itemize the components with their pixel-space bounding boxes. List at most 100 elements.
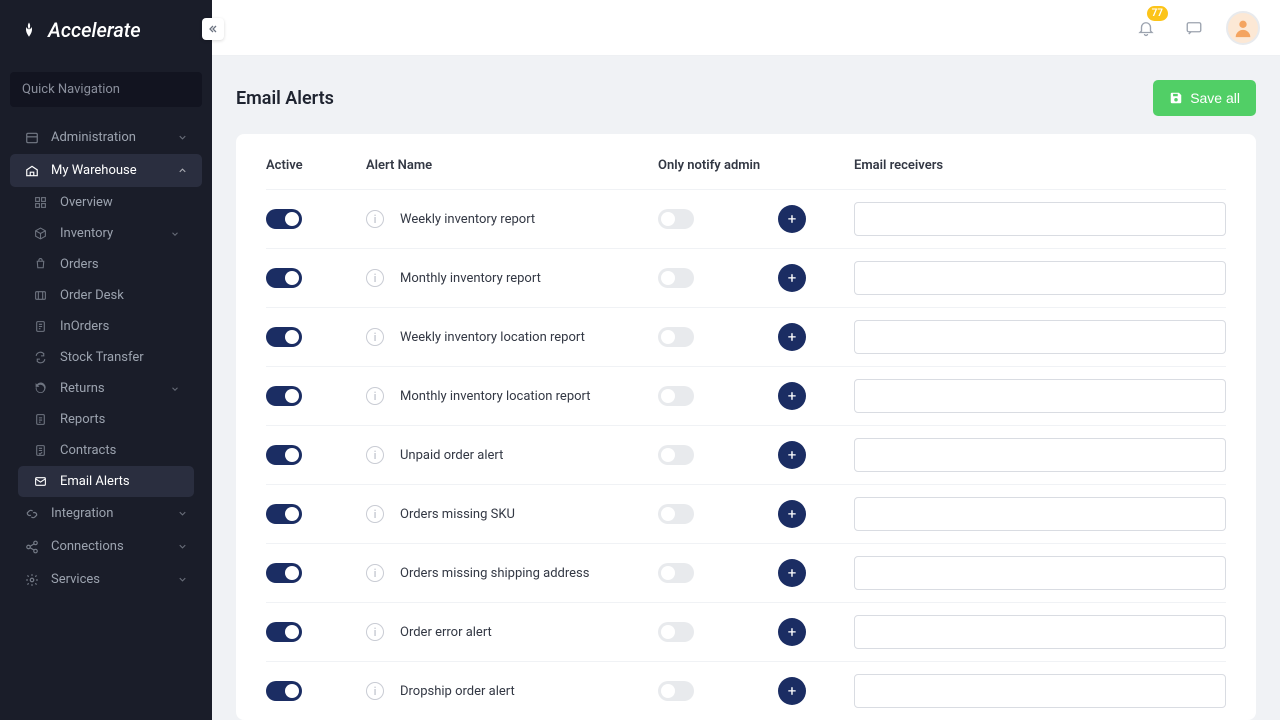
add-receiver-button[interactable]: +: [778, 500, 806, 528]
info-icon[interactable]: i: [366, 505, 384, 523]
integration-icon: [24, 506, 39, 521]
info-icon[interactable]: i: [366, 623, 384, 641]
email-receivers-input[interactable]: [854, 674, 1226, 708]
brand-name: Accelerate: [48, 18, 141, 42]
sidebar-item-inventory[interactable]: Inventory: [18, 218, 194, 249]
sidebar-item-orders[interactable]: Orders: [18, 249, 194, 280]
contracts-icon: [34, 444, 48, 458]
chevron-up-icon: [177, 165, 188, 176]
active-toggle[interactable]: [266, 209, 302, 229]
inorders-icon: [34, 320, 48, 334]
info-icon[interactable]: i: [366, 210, 384, 228]
sidebar-item-email-alerts[interactable]: Email Alerts: [18, 466, 194, 497]
active-toggle[interactable]: [266, 327, 302, 347]
active-toggle[interactable]: [266, 268, 302, 288]
sidebar-collapse-button[interactable]: [202, 18, 224, 40]
alert-name: Dropship order alert: [400, 684, 515, 699]
header-alert-name: Alert Name: [366, 158, 658, 173]
only-admin-toggle[interactable]: [658, 681, 694, 701]
alert-row: i Order error alert +: [266, 603, 1226, 662]
active-toggle[interactable]: [266, 386, 302, 406]
info-icon[interactable]: i: [366, 387, 384, 405]
nav-integration[interactable]: Integration: [10, 497, 202, 530]
email-receivers-input[interactable]: [854, 497, 1226, 531]
alert-row: iOrders missing shipping address+: [266, 544, 1226, 603]
save-all-button[interactable]: Save all: [1153, 80, 1256, 116]
nav-my-warehouse[interactable]: My Warehouse: [10, 154, 202, 187]
add-receiver-button[interactable]: +: [778, 382, 806, 410]
sidebar-item-order-desk[interactable]: Order Desk: [18, 280, 194, 311]
alerts-card: Active Alert Name Only notify admin Emai…: [236, 134, 1256, 720]
user-avatar[interactable]: [1226, 11, 1260, 45]
add-receiver-button[interactable]: +: [778, 441, 806, 469]
only-admin-toggle[interactable]: [658, 445, 694, 465]
info-icon[interactable]: i: [366, 328, 384, 346]
header-only-admin: Only notify admin: [658, 158, 778, 173]
add-receiver-button[interactable]: +: [778, 205, 806, 233]
email-receivers-input[interactable]: [854, 615, 1226, 649]
add-receiver-button[interactable]: +: [778, 677, 806, 705]
email-receivers-input[interactable]: [854, 320, 1226, 354]
add-receiver-button[interactable]: +: [778, 323, 806, 351]
alert-name: Order error alert: [400, 625, 492, 640]
only-admin-toggle[interactable]: [658, 622, 694, 642]
add-receiver-button[interactable]: +: [778, 618, 806, 646]
alert-row: i Unpaid order alert +: [266, 426, 1226, 485]
chevron-down-icon: [177, 574, 188, 585]
messages-button[interactable]: [1178, 12, 1210, 44]
active-toggle[interactable]: [266, 563, 302, 583]
sidebar-item-returns[interactable]: Returns: [18, 373, 194, 404]
header-active: Active: [266, 158, 366, 173]
info-icon[interactable]: i: [366, 682, 384, 700]
email-receivers-input[interactable]: [854, 202, 1226, 236]
orders-icon: [34, 258, 48, 272]
email-receivers-input[interactable]: [854, 379, 1226, 413]
chevron-down-icon: [170, 384, 180, 394]
sidebar-item-overview[interactable]: Overview: [18, 187, 194, 218]
sidebar: Accelerate Quick Navigation Administrati…: [0, 0, 212, 720]
admin-icon: [24, 130, 39, 145]
brand-icon: [20, 21, 38, 39]
email-alerts-icon: [34, 475, 48, 489]
brand-logo[interactable]: Accelerate: [0, 0, 212, 60]
only-admin-toggle[interactable]: [658, 504, 694, 524]
alert-name: Orders missing SKU: [400, 507, 515, 522]
sidebar-item-stock-transfer[interactable]: Stock Transfer: [18, 342, 194, 373]
email-receivers-input[interactable]: [854, 438, 1226, 472]
quick-navigation[interactable]: Quick Navigation: [10, 72, 202, 107]
only-admin-toggle[interactable]: [658, 268, 694, 288]
nav-services[interactable]: Services: [10, 563, 202, 596]
sidebar-item-reports[interactable]: Reports: [18, 404, 194, 435]
alert-name: Unpaid order alert: [400, 448, 503, 463]
alert-name: Monthly inventory location report: [400, 389, 591, 404]
active-toggle[interactable]: [266, 681, 302, 701]
active-toggle[interactable]: [266, 622, 302, 642]
notifications-button[interactable]: 77: [1130, 12, 1162, 44]
warehouse-icon: [24, 163, 39, 178]
stock-transfer-icon: [34, 351, 48, 365]
info-icon[interactable]: i: [366, 269, 384, 287]
email-receivers-input[interactable]: [854, 261, 1226, 295]
only-admin-toggle[interactable]: [658, 563, 694, 583]
info-icon[interactable]: i: [366, 446, 384, 464]
email-receivers-input[interactable]: [854, 556, 1226, 590]
chevron-down-icon: [177, 132, 188, 143]
header-receivers: Email receivers: [854, 158, 1226, 173]
add-receiver-button[interactable]: +: [778, 559, 806, 587]
info-icon[interactable]: i: [366, 564, 384, 582]
alert-row: i Monthly inventory report +: [266, 249, 1226, 308]
alert-row: i Orders missing SKU +: [266, 485, 1226, 544]
reports-icon: [34, 413, 48, 427]
nav-administration[interactable]: Administration: [10, 121, 202, 154]
sidebar-item-inorders[interactable]: InOrders: [18, 311, 194, 342]
nav-connections[interactable]: Connections: [10, 530, 202, 563]
only-admin-toggle[interactable]: [658, 386, 694, 406]
alert-name: Monthly inventory report: [400, 271, 541, 286]
only-admin-toggle[interactable]: [658, 209, 694, 229]
sidebar-item-contracts[interactable]: Contracts: [18, 435, 194, 466]
active-toggle[interactable]: [266, 445, 302, 465]
only-admin-toggle[interactable]: [658, 327, 694, 347]
active-toggle[interactable]: [266, 504, 302, 524]
alert-row: i Dropship order alert +: [266, 662, 1226, 720]
add-receiver-button[interactable]: +: [778, 264, 806, 292]
